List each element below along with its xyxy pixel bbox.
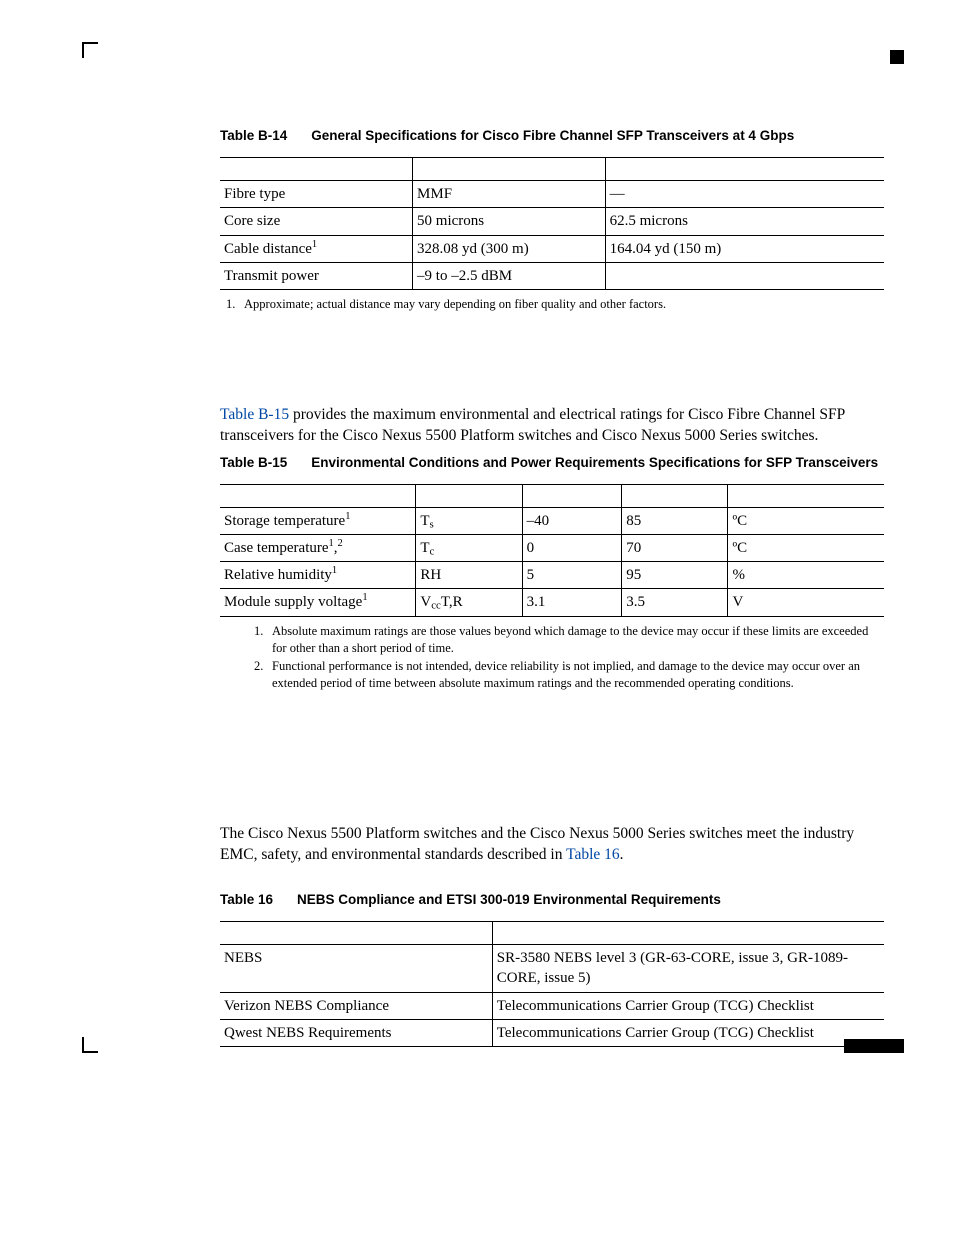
table-row: Fibre typeMMF— [220, 181, 884, 208]
cell-value: Telecommunications Carrier Group (TCG) C… [492, 992, 884, 1019]
table-row: Case temperature1,2Tc070ºC [220, 534, 884, 561]
footnote: 1.Approximate; actual distance may vary … [226, 296, 884, 313]
cell-symbol: VccT,R [416, 589, 522, 616]
cell-unit: % [728, 562, 884, 589]
table-b14: Fibre typeMMF—Core size50 microns62.5 mi… [220, 157, 884, 290]
cell-value: 328.08 yd (300 m) [413, 235, 606, 262]
cell-param: Relative humidity1 [220, 562, 416, 589]
table-b15: Storage temperature1Ts–4085ºCCase temper… [220, 484, 884, 617]
table-b15-caption: Table B-15 Environmental Conditions and … [220, 455, 884, 470]
cell-max: 95 [622, 562, 728, 589]
table-b15-footnotes: 1.Absolute maximum ratings are those val… [248, 623, 884, 693]
para-before-16: The Cisco Nexus 5500 Platform switches a… [220, 824, 884, 866]
link-table-16[interactable]: Table 16 [566, 846, 620, 863]
cell-param: Module supply voltage1 [220, 589, 416, 616]
table-b14-footnotes: 1.Approximate; actual distance may vary … [220, 296, 884, 313]
table-16: NEBSSR-3580 NEBS level 3 (GR-63-CORE, is… [220, 921, 884, 1047]
table-b15-title: Environmental Conditions and Power Requi… [311, 455, 884, 470]
cell-unit: V [728, 589, 884, 616]
cell-max: 3.5 [622, 589, 728, 616]
cell-value: 62.5 microns [605, 208, 884, 235]
table-row: Transmit power–9 to –2.5 dBM [220, 262, 884, 289]
cell-value: 50 microns [413, 208, 606, 235]
cell-min: 5 [522, 562, 622, 589]
cell-min: 0 [522, 534, 622, 561]
cell-value [605, 262, 884, 289]
table-b14-title: General Specifications for Cisco Fibre C… [311, 128, 884, 143]
cell-value: — [605, 181, 884, 208]
table-row: Relative humidity1RH595% [220, 562, 884, 589]
cell-symbol: RH [416, 562, 522, 589]
table-row: NEBSSR-3580 NEBS level 3 (GR-63-CORE, is… [220, 945, 884, 993]
cell-param: Fibre type [220, 181, 413, 208]
table-row: Verizon NEBS ComplianceTelecommunication… [220, 992, 884, 1019]
crop-mark-tr [890, 50, 904, 64]
cell-param: Storage temperature1 [220, 507, 416, 534]
cell-param: Case temperature1,2 [220, 534, 416, 561]
footnote: 1.Absolute maximum ratings are those val… [254, 623, 884, 657]
table-row: Core size50 microns62.5 microns [220, 208, 884, 235]
cell-value: 164.04 yd (150 m) [605, 235, 884, 262]
table-b14-section: Table B-14 General Specifications for Ci… [220, 128, 884, 313]
table-row: Cable distance1328.08 yd (300 m)164.04 y… [220, 235, 884, 262]
cell-param: Core size [220, 208, 413, 235]
para-before-16-text-b: . [620, 846, 624, 863]
cell-max: 85 [622, 507, 728, 534]
cell-value: –9 to –2.5 dBM [413, 262, 606, 289]
para-before-16-text-a: The Cisco Nexus 5500 Platform switches a… [220, 825, 854, 863]
cell-param: Qwest NEBS Requirements [220, 1019, 492, 1046]
cell-unit: ºC [728, 534, 884, 561]
table-row: Module supply voltage1VccT,R3.13.5V [220, 589, 884, 616]
para-before-b15-text: provides the maximum environmental and e… [220, 406, 845, 444]
table-16-number: Table 16 [220, 892, 273, 907]
table-16-title: NEBS Compliance and ETSI 300-019 Environ… [297, 892, 884, 907]
cell-param: Verizon NEBS Compliance [220, 992, 492, 1019]
cell-min: –40 [522, 507, 622, 534]
cell-param: NEBS [220, 945, 492, 993]
cell-value: MMF [413, 181, 606, 208]
cell-value: Telecommunications Carrier Group (TCG) C… [492, 1019, 884, 1046]
table-b14-caption: Table B-14 General Specifications for Ci… [220, 128, 884, 143]
cell-param: Transmit power [220, 262, 413, 289]
table-16-section: Table 16 NEBS Compliance and ETSI 300-01… [220, 892, 884, 1047]
table-b15-number: Table B-15 [220, 455, 287, 470]
cell-max: 70 [622, 534, 728, 561]
cell-value: SR-3580 NEBS level 3 (GR-63-CORE, issue … [492, 945, 884, 993]
cell-param: Cable distance1 [220, 235, 413, 262]
table-b14-number: Table B-14 [220, 128, 287, 143]
crop-mark-tl [82, 42, 98, 58]
crop-mark-bl [82, 1037, 98, 1053]
crop-mark-br [844, 1039, 904, 1053]
table-16-caption: Table 16 NEBS Compliance and ETSI 300-01… [220, 892, 884, 907]
link-table-b15[interactable]: Table B-15 [220, 406, 289, 423]
cell-symbol: Ts [416, 507, 522, 534]
footnote: 2.Functional performance is not intended… [254, 658, 884, 692]
para-before-b15: Table B-15 provides the maximum environm… [220, 405, 884, 447]
table-row: Storage temperature1Ts–4085ºC [220, 507, 884, 534]
table-row: Qwest NEBS RequirementsTelecommunication… [220, 1019, 884, 1046]
table-b15-section: Table B-15 Environmental Conditions and … [220, 455, 884, 693]
cell-symbol: Tc [416, 534, 522, 561]
cell-unit: ºC [728, 507, 884, 534]
cell-min: 3.1 [522, 589, 622, 616]
